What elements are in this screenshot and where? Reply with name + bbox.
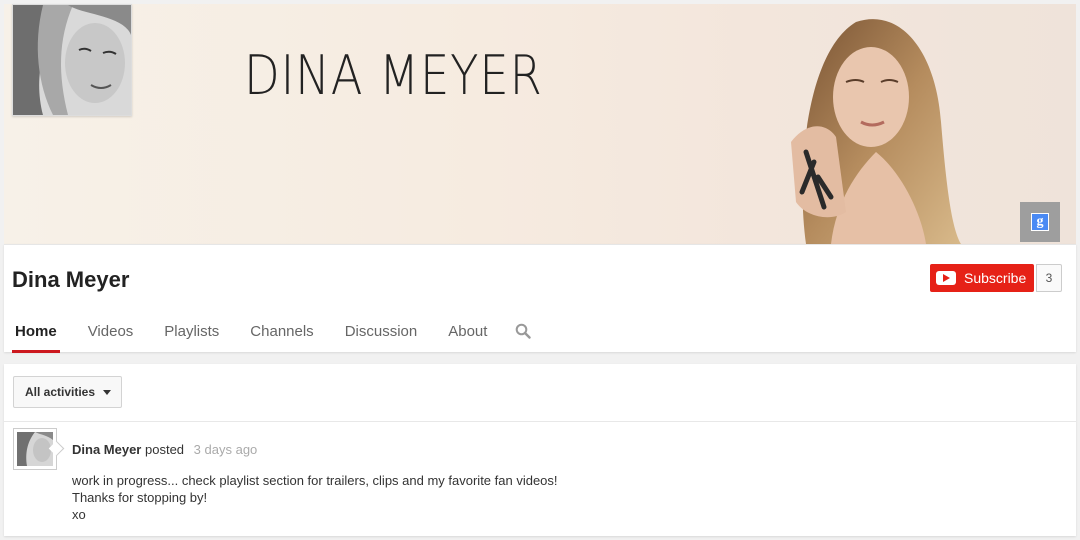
post-timestamp[interactable]: 3 days ago: [194, 442, 258, 457]
avatar-photo: [13, 5, 131, 115]
banner-portrait: [791, 19, 961, 244]
post-body: work in progress... check playlist secti…: [72, 472, 558, 523]
tab-discussion[interactable]: Discussion: [342, 315, 421, 353]
divider: [4, 421, 1076, 422]
channel-header: Dina Meyer Subscribe 3 Home Videos Playl…: [4, 244, 1076, 353]
channel-banner: DINA MEYER g: [4, 4, 1076, 244]
google-plus-icon: g: [1031, 213, 1049, 231]
tab-channels[interactable]: Channels: [247, 315, 316, 353]
banner-title: DINA MEYER: [244, 44, 543, 107]
post-author-link[interactable]: Dina Meyer: [72, 442, 141, 457]
tab-home[interactable]: Home: [12, 315, 60, 353]
channel-tabs: Home Videos Playlists Channels Discussio…: [12, 315, 532, 353]
subscriber-count: 3: [1036, 264, 1062, 292]
post-line: xo: [72, 507, 86, 522]
channel-avatar[interactable]: [12, 4, 132, 116]
tab-videos[interactable]: Videos: [85, 315, 137, 353]
post-header: Dina Meyer posted 3 days ago: [72, 442, 257, 457]
subscribe-button[interactable]: Subscribe: [930, 264, 1034, 292]
post-line: work in progress... check playlist secti…: [72, 473, 558, 488]
channel-name[interactable]: Dina Meyer: [12, 267, 129, 293]
activity-filter-dropdown[interactable]: All activities: [13, 376, 123, 408]
youtube-icon: [936, 271, 956, 285]
post-verb: posted: [145, 442, 185, 457]
post-author-avatar[interactable]: [13, 428, 57, 470]
activity-filter-label: All activities: [25, 385, 96, 399]
tab-playlists[interactable]: Playlists: [161, 315, 222, 353]
tab-about[interactable]: About: [445, 315, 490, 353]
post-avatar-photo: [17, 432, 53, 466]
subscribe-label: Subscribe: [964, 270, 1027, 286]
post-line: Thanks for stopping by!: [72, 490, 208, 505]
search-icon[interactable]: [515, 315, 532, 353]
caret-down-icon: [103, 389, 112, 395]
google-plus-button[interactable]: g: [1020, 202, 1060, 242]
activity-feed: All activities Dina Meyer posted 3 days …: [4, 364, 1076, 536]
